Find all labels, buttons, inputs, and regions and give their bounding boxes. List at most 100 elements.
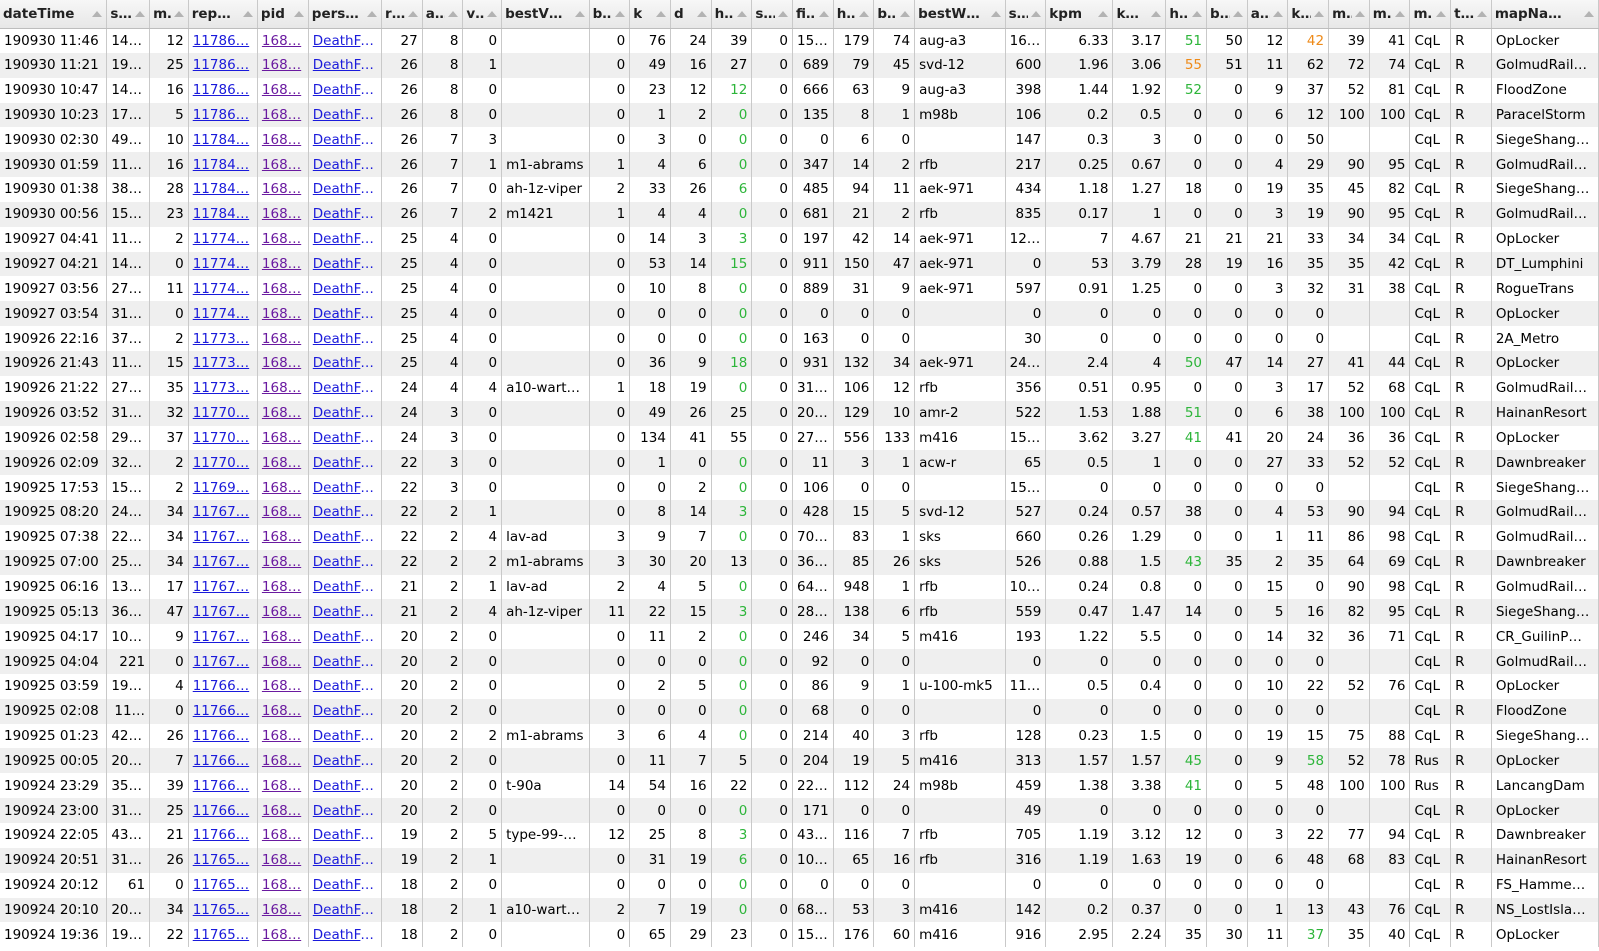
sort-ascending-icon[interactable] bbox=[900, 11, 911, 17]
cell-rep[interactable]: 11767… bbox=[188, 524, 258, 550]
cell-rep[interactable]: 11765… bbox=[188, 897, 258, 923]
table-row[interactable]: 190926 22:16 3719 2 11773… 168… DeathFr… 25 4 0 0… bbox=[0, 326, 1599, 351]
sort-ascending-icon[interactable] bbox=[1273, 11, 1284, 17]
cell-person[interactable]: DeathFr… bbox=[308, 673, 383, 699]
sort-ascending-icon[interactable] bbox=[487, 11, 498, 17]
cell-person[interactable]: DeathFr… bbox=[308, 649, 383, 674]
cell-pid[interactable]: 168… bbox=[257, 375, 309, 401]
table-row[interactable]: 190925 00:05 2088 7 11766… 168… DeathFr… 20 2 0 0… bbox=[0, 748, 1599, 774]
cell-person[interactable]: DeathFr… bbox=[308, 251, 383, 277]
cell-person[interactable]: DeathFr… bbox=[308, 400, 383, 426]
cell-pid[interactable]: 168… bbox=[257, 400, 309, 426]
column-header-h[interactable]: h… bbox=[711, 0, 753, 29]
column-header-datetime[interactable]: dateTime bbox=[0, 0, 108, 29]
column-header-v[interactable]: v… bbox=[462, 0, 503, 29]
column-header-d[interactable]: d bbox=[670, 0, 712, 29]
cell-rep[interactable]: 11774… bbox=[188, 251, 258, 277]
cell-rep[interactable]: 11767… bbox=[188, 500, 258, 525]
sort-ascending-icon[interactable] bbox=[135, 11, 146, 17]
cell-rep[interactable]: 11784… bbox=[188, 152, 258, 178]
sort-ascending-icon[interactable] bbox=[1314, 11, 1325, 17]
cell-pid[interactable]: 168… bbox=[257, 177, 309, 202]
cell-person[interactable]: DeathFr… bbox=[308, 28, 383, 53]
sort-ascending-icon[interactable] bbox=[1232, 11, 1243, 17]
table-row[interactable]: 190930 11:46 1402 12 11786… 168… DeathFr… 27 8 0… bbox=[0, 28, 1599, 53]
sort-ascending-icon[interactable] bbox=[173, 11, 184, 17]
table-row[interactable]: 190927 03:56 2744 11 11774… 168… DeathFr… 25 4 0… bbox=[0, 276, 1599, 302]
cell-person[interactable]: DeathFr… bbox=[308, 450, 383, 476]
column-header-m[interactable]: m… bbox=[149, 0, 189, 29]
table-row[interactable]: 190927 03:54 3119 0 11774… 168… DeathFr… 25 4 0 0… bbox=[0, 301, 1599, 327]
table-row[interactable]: 190925 07:00 2547 34 11767… 168… DeathFr… 22 2 2… bbox=[0, 549, 1599, 575]
cell-person[interactable]: DeathFr… bbox=[308, 599, 383, 625]
cell-rep[interactable]: 11773… bbox=[188, 375, 258, 401]
sort-ascending-icon[interactable] bbox=[737, 11, 748, 17]
cell-rep[interactable]: 11766… bbox=[188, 748, 258, 774]
cell-person[interactable]: DeathFr… bbox=[308, 798, 383, 823]
table-row[interactable]: 190925 08:20 2466 34 11767… 168… DeathFr… 22 2 1… bbox=[0, 500, 1599, 525]
cell-person[interactable]: DeathFr… bbox=[308, 698, 383, 724]
cell-person[interactable]: DeathFr… bbox=[308, 425, 383, 451]
cell-rep[interactable]: 11770… bbox=[188, 400, 258, 426]
table-row[interactable]: 190925 17:53 1502 2 11769… 168… DeathFr… 22 3 0 0… bbox=[0, 475, 1599, 501]
cell-person[interactable]: DeathFr… bbox=[308, 922, 383, 948]
cell-rep[interactable]: 11766… bbox=[188, 798, 258, 823]
cell-person[interactable]: DeathFr… bbox=[308, 524, 383, 550]
cell-pid[interactable]: 168… bbox=[257, 723, 309, 749]
table-row[interactable]: 190927 04:41 1162 2 11774… 168… DeathFr… 25 4 0 0… bbox=[0, 226, 1599, 252]
cell-person[interactable]: DeathFr… bbox=[308, 276, 383, 302]
column-header-k[interactable]: k bbox=[629, 0, 671, 29]
cell-pid[interactable]: 168… bbox=[257, 549, 309, 575]
cell-person[interactable]: DeathFr… bbox=[308, 301, 383, 327]
cell-rep[interactable]: 11770… bbox=[188, 450, 258, 476]
cell-rep[interactable]: 11767… bbox=[188, 549, 258, 575]
cell-person[interactable]: DeathFr… bbox=[308, 226, 383, 252]
cell-rep[interactable]: 11773… bbox=[188, 326, 258, 351]
column-header-kpm[interactable]: kpm bbox=[1045, 0, 1114, 29]
cell-pid[interactable]: 168… bbox=[257, 574, 309, 600]
cell-pid[interactable]: 168… bbox=[257, 798, 309, 823]
sort-ascending-icon[interactable] bbox=[655, 11, 666, 17]
column-header-b1[interactable]: b… bbox=[589, 0, 631, 29]
cell-pid[interactable]: 168… bbox=[257, 276, 309, 302]
cell-rep[interactable]: 11767… bbox=[188, 624, 258, 650]
table-row[interactable]: 190925 04:04 221 0 11767… 168… DeathFr… 20 2 0 0 0… bbox=[0, 649, 1599, 674]
cell-person[interactable]: DeathFr… bbox=[308, 624, 383, 650]
column-header-bestv[interactable]: bestV… bbox=[501, 0, 590, 29]
sort-ascending-icon[interactable] bbox=[448, 11, 459, 17]
cell-rep[interactable]: 11767… bbox=[188, 649, 258, 674]
sort-ascending-icon[interactable] bbox=[1098, 11, 1109, 17]
sort-ascending-icon[interactable] bbox=[574, 11, 585, 17]
sort-ascending-icon[interactable] bbox=[1031, 11, 1042, 17]
cell-pid[interactable]: 168… bbox=[257, 624, 309, 650]
column-header-k2[interactable]: k… bbox=[1112, 0, 1167, 29]
column-header-t[interactable]: t… bbox=[1450, 0, 1492, 29]
column-header-m4[interactable]: m… bbox=[1409, 0, 1452, 29]
cell-rep[interactable]: 11766… bbox=[188, 723, 258, 749]
column-header-m2[interactable]: m… bbox=[1328, 0, 1370, 29]
cell-person[interactable]: DeathFr… bbox=[308, 773, 383, 799]
cell-person[interactable]: DeathFr… bbox=[308, 177, 383, 202]
cell-pid[interactable]: 168… bbox=[257, 326, 309, 351]
table-row[interactable]: 190925 02:08 11… 0 11766… 168… DeathFr… 20 2 0 0 0… bbox=[0, 698, 1599, 724]
table-row[interactable]: 190925 05:13 3648 47 11767… 168… DeathFr… 21 2 4… bbox=[0, 599, 1599, 625]
cell-pid[interactable]: 168… bbox=[257, 28, 309, 53]
column-header-rank[interactable]: rank bbox=[381, 0, 423, 29]
cell-rep[interactable]: 11784… bbox=[188, 201, 258, 227]
column-header-s3[interactable]: s… bbox=[1005, 0, 1047, 29]
cell-person[interactable]: DeathFr… bbox=[308, 500, 383, 525]
cell-pid[interactable]: 168… bbox=[257, 872, 309, 898]
table-row[interactable]: 190926 21:43 1187 15 11773… 168… DeathFr… 25 4 0… bbox=[0, 350, 1599, 376]
cell-person[interactable]: DeathFr… bbox=[308, 823, 383, 848]
table-row[interactable]: 190924 20:51 3186 26 11765… 168… DeathFr… 19 2 1… bbox=[0, 847, 1599, 873]
column-header-b3[interactable]: b… bbox=[1206, 0, 1248, 29]
cell-pid[interactable]: 168… bbox=[257, 226, 309, 252]
cell-rep[interactable]: 11786… bbox=[188, 102, 258, 128]
cell-rep[interactable]: 11773… bbox=[188, 350, 258, 376]
sort-ascending-icon[interactable] bbox=[407, 11, 418, 17]
table-row[interactable]: 190930 10:47 1400 16 11786… 168… DeathFr… 26 8 0… bbox=[0, 77, 1599, 103]
cell-rep[interactable]: 11766… bbox=[188, 773, 258, 799]
column-header-mapname[interactable]: mapNa… bbox=[1491, 0, 1599, 29]
table-row[interactable]: 190930 10:23 1714 5 11786… 168… DeathFr… 26 8 0 0… bbox=[0, 102, 1599, 128]
table-row[interactable]: 190930 01:59 1174 16 11784… 168… DeathFr… 26 7 1… bbox=[0, 152, 1599, 178]
